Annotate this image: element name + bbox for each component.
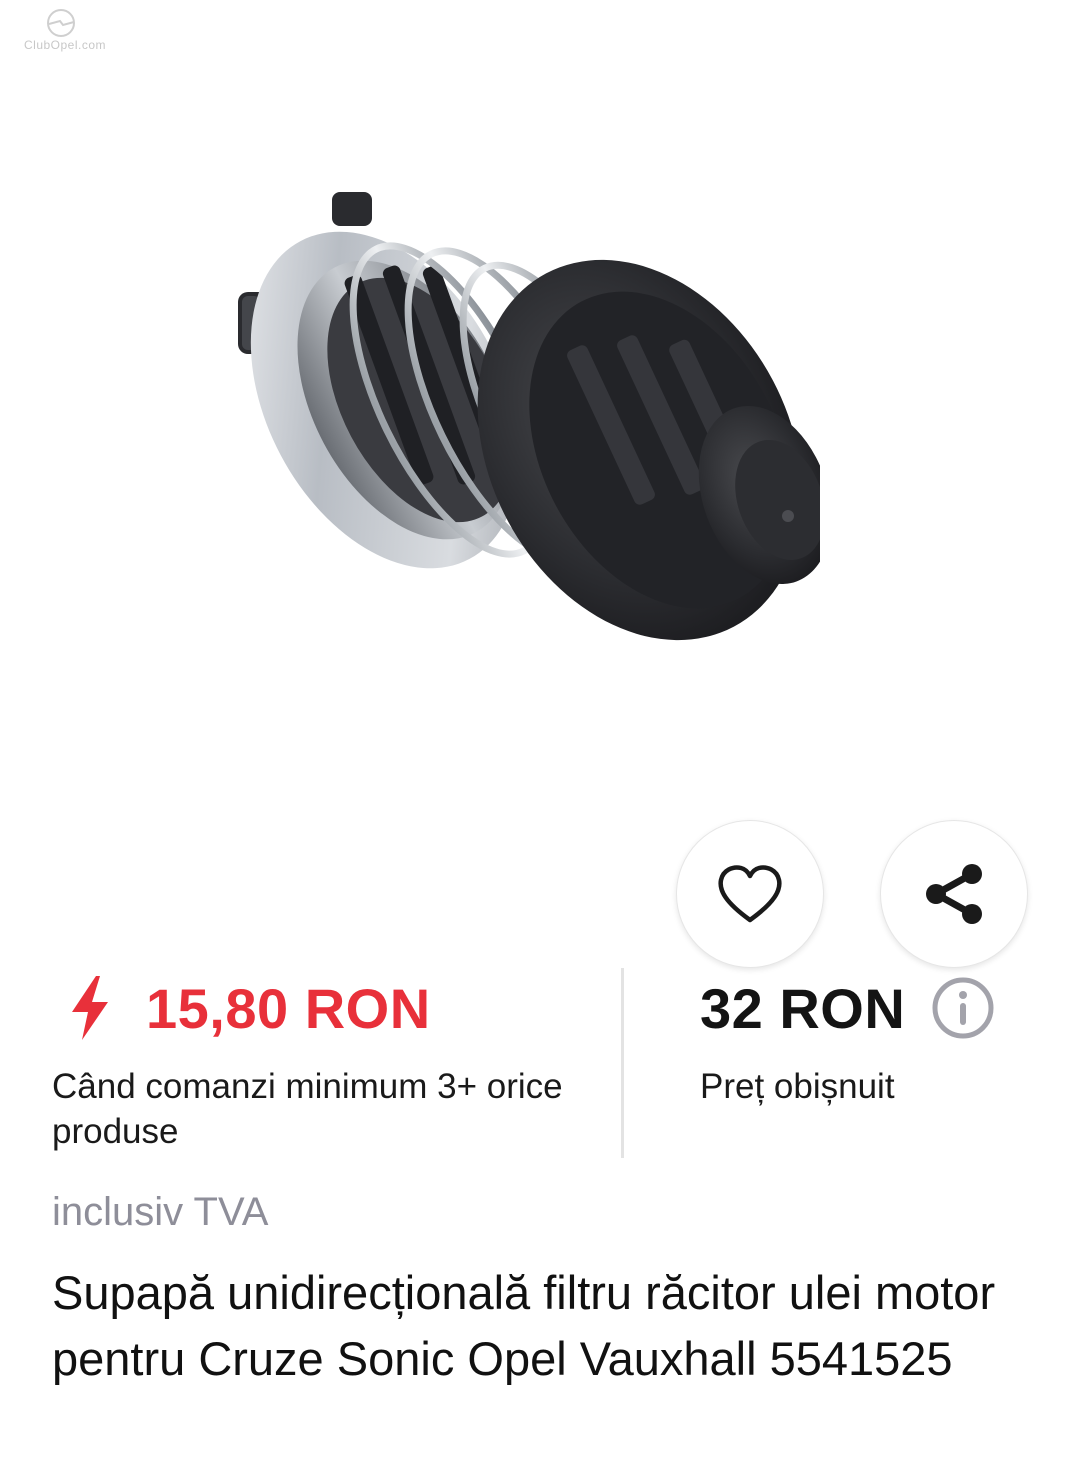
opel-logo-icon — [47, 9, 75, 37]
promo-price-block: 15,80 RON Când comanzi minimum 3+ orice … — [52, 968, 600, 1151]
heart-icon — [718, 865, 782, 923]
share-icon — [926, 864, 982, 924]
product-image-area[interactable]: ClubOpel.com — [0, 0, 1080, 800]
product-title: Supapă unidirecțională filtru răcitor ul… — [52, 1266, 996, 1385]
promo-price: 15,80 RON — [146, 976, 431, 1040]
regular-price-row: 32 RON — [700, 968, 1060, 1048]
regular-price: 32 RON — [700, 976, 906, 1040]
promo-condition-text: Când comanzi minimum 3+ orice produse — [52, 1067, 563, 1151]
watermark-text: ClubOpel.com — [23, 38, 107, 52]
promo-price-row: 15,80 RON — [60, 968, 600, 1048]
price-divider — [621, 968, 624, 1158]
regular-price-block: 32 RON Preț obișnuit — [700, 968, 1060, 1106]
regular-price-label: Preț obișnuit — [700, 1067, 895, 1106]
share-button[interactable] — [880, 820, 1028, 968]
favorite-button[interactable] — [676, 820, 824, 968]
vat-note: inclusiv TVA — [52, 1190, 269, 1234]
watermark: ClubOpel.com — [10, 8, 120, 56]
product-image — [238, 192, 820, 641]
lightning-bolt-icon — [72, 976, 108, 1040]
info-icon[interactable] — [931, 976, 995, 1040]
